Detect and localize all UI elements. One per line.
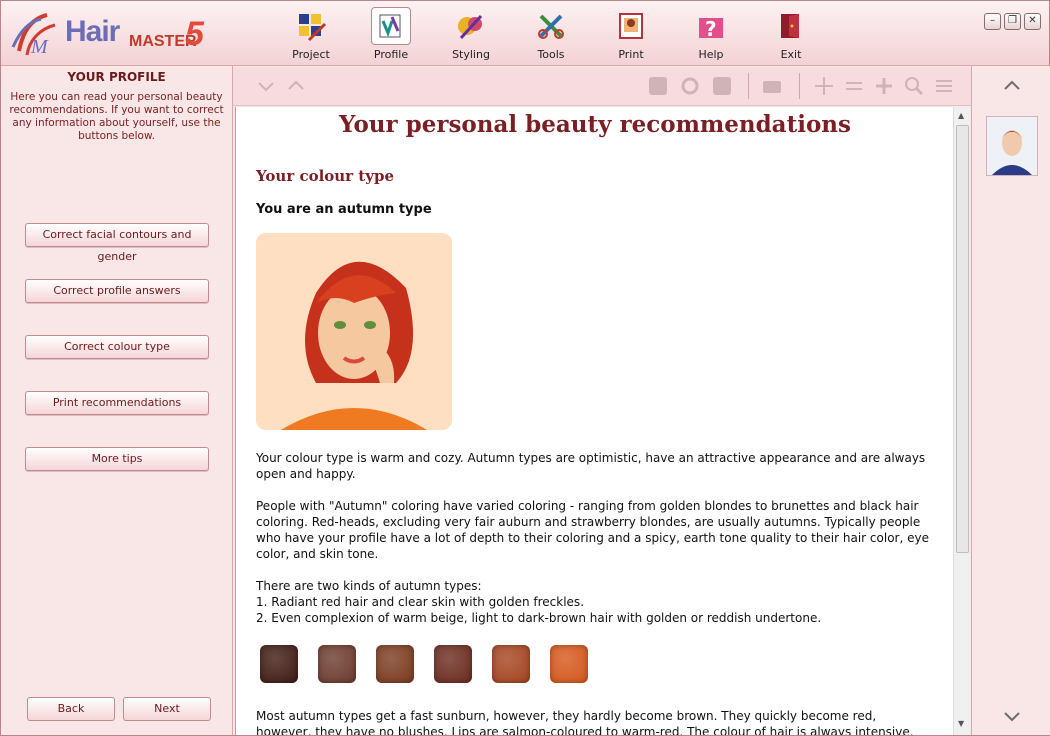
- refresh-icon[interactable]: [679, 75, 701, 97]
- more-tips-button[interactable]: More tips: [25, 447, 209, 471]
- nav-print[interactable]: Print: [591, 5, 671, 63]
- paragraph: Your colour type is warm and cozy. Autum…: [256, 451, 926, 481]
- chevron-down-icon[interactable]: [255, 75, 277, 97]
- hair-swatch: [376, 645, 414, 683]
- header: M Hair MASTER 5 Project Profile Styling …: [1, 1, 1049, 66]
- swap-icon[interactable]: [843, 75, 865, 97]
- autumn-woman-illustration: [256, 233, 452, 430]
- add-icon[interactable]: [873, 75, 895, 97]
- nav-help[interactable]: ? Help: [671, 5, 751, 63]
- close-button[interactable]: ✕: [1024, 13, 1041, 30]
- project-icon: [299, 14, 327, 42]
- hair-swatch: [492, 645, 530, 683]
- menu-icon[interactable]: [933, 75, 955, 97]
- photo-panel: [971, 66, 1050, 735]
- logo-hair-text: Hair: [65, 15, 120, 48]
- content-toolbar: [233, 67, 971, 106]
- back-button[interactable]: Back: [27, 697, 115, 721]
- hair-swatch: [550, 645, 588, 683]
- nav-styling[interactable]: Styling: [431, 5, 511, 63]
- paragraph: 1. Radiant red hair and clear skin with …: [256, 595, 585, 609]
- toolbar-divider: [748, 73, 749, 99]
- styling-icon: [458, 14, 483, 40]
- hair-swatch: [434, 645, 472, 683]
- logo-version-text: 5: [185, 15, 204, 53]
- camera-icon[interactable]: [761, 75, 783, 97]
- scroll-up-icon[interactable]: ▲: [958, 111, 964, 120]
- nav-project[interactable]: Project: [271, 5, 351, 63]
- app-logo: M Hair MASTER 5: [7, 9, 217, 59]
- sidebar-title: YOUR PROFILE: [67, 70, 166, 84]
- paragraph: 2. Even complexion of warm beige, light …: [256, 611, 822, 625]
- toolbar-divider: [799, 73, 800, 99]
- sidebar-description: Here you can read your personal beauty r…: [9, 91, 224, 142]
- profile-sidebar: YOUR PROFILE Here you can read your pers…: [1, 66, 233, 735]
- minimize-button[interactable]: –: [984, 13, 1001, 30]
- scroll-down-icon[interactable]: ▼: [958, 719, 964, 728]
- help-icon: ?: [699, 17, 723, 41]
- app-window: M Hair MASTER 5 Project Profile Styling …: [0, 0, 1050, 736]
- main-nav: Project Profile Styling Tools Print ? He…: [271, 5, 831, 63]
- chevron-up-icon[interactable]: [285, 75, 307, 97]
- correct-colour-type-button[interactable]: Correct colour type: [25, 335, 209, 359]
- exit-icon: [781, 14, 799, 38]
- nav-label: Project: [292, 48, 330, 61]
- bookmark-icon[interactable]: [647, 75, 669, 97]
- nav-label: Styling: [452, 48, 490, 61]
- scrollbar-thumb[interactable]: [956, 125, 969, 553]
- nav-label: Exit: [780, 48, 802, 61]
- recommendations-document: Your personal beauty recommendations You…: [235, 107, 954, 735]
- nav-label: Help: [698, 48, 724, 61]
- next-button[interactable]: Next: [123, 697, 211, 721]
- paragraph: Most autumn types get a fast sunburn, ho…: [256, 709, 914, 735]
- window-controls: – ❐ ✕: [984, 13, 1041, 30]
- correct-profile-answers-button[interactable]: Correct profile answers: [25, 279, 209, 303]
- hair-swatch: [260, 645, 298, 683]
- paragraph: There are two kinds of autumn types:: [256, 579, 482, 593]
- nav-tools[interactable]: Tools: [511, 5, 591, 63]
- logo-mark-icon: M: [11, 13, 56, 57]
- facebook-icon[interactable]: [711, 75, 733, 97]
- tools-icon: [538, 14, 564, 39]
- nav-exit[interactable]: Exit: [751, 5, 831, 63]
- move-icon[interactable]: [813, 75, 835, 97]
- nav-label: Tools: [537, 48, 565, 61]
- document-scrollbar[interactable]: ▲ ▼: [953, 107, 970, 735]
- hair-colour-swatches: [260, 645, 608, 683]
- nav-label: Print: [618, 48, 644, 61]
- correct-facial-contours-button[interactable]: Correct facial contours and gender: [25, 223, 209, 263]
- nav-label: Profile: [373, 48, 409, 61]
- paragraph: People with "Autumn" coloring have varie…: [256, 499, 929, 561]
- print-icon: [619, 13, 643, 39]
- print-recommendations-button[interactable]: Print recommendations: [25, 391, 209, 415]
- restore-button[interactable]: ❐: [1004, 13, 1021, 30]
- nav-profile[interactable]: Profile: [351, 5, 431, 63]
- client-photo-thumbnail[interactable]: [986, 116, 1038, 176]
- document-title: Your personal beauty recommendations: [339, 111, 851, 138]
- hair-swatch: [318, 645, 356, 683]
- section-heading: Your colour type: [256, 167, 394, 185]
- svg-text:M: M: [30, 36, 49, 57]
- svg-text:?: ?: [705, 17, 717, 41]
- profile-icon: [379, 14, 401, 38]
- chevron-down-icon[interactable]: [1004, 712, 1020, 722]
- colour-type-result: You are an autumn type: [256, 202, 432, 217]
- zoom-icon[interactable]: [903, 75, 925, 97]
- chevron-up-icon[interactable]: [1004, 80, 1020, 90]
